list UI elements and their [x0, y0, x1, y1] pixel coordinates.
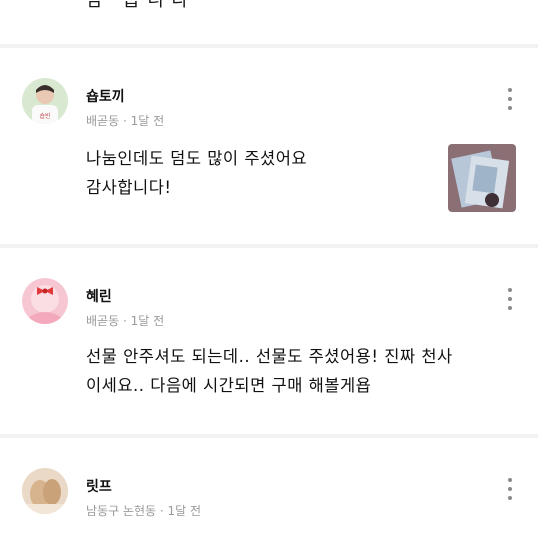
user-avatar-icon [22, 468, 68, 514]
review-photo-thumbnail[interactable] [448, 144, 516, 212]
meta-separator: · [122, 114, 127, 128]
user-avatar[interactable] [22, 278, 68, 324]
review-text-line: 감사합니다! [86, 178, 172, 197]
review-card: 릿프 남동구 논현동 · 1달 전 [0, 438, 538, 538]
more-vertical-icon [506, 478, 514, 500]
user-avatar[interactable]: 숍빈 [22, 78, 68, 124]
review-meta: 배곧동 · 1달 전 [86, 312, 164, 329]
meta-separator: · [159, 504, 164, 518]
meta-separator: · [122, 314, 127, 328]
review-card: 혜린 배곧동 · 1달 전 선물 안주셔도 되는데.. 선물도 주셨어용! 진짜… [0, 248, 538, 434]
reviewer-name[interactable]: 혜린 [86, 286, 112, 306]
review-text-line: 나눔인데도 덤도 많이 주셨어요 [86, 149, 308, 168]
review-time: 1달 전 [167, 504, 202, 518]
review-location: 남동구 논현동 [86, 504, 157, 518]
photo-thumbnail-image [448, 144, 516, 212]
review-time: 1달 전 [130, 114, 165, 128]
bow-avatar-icon [22, 278, 68, 324]
review-card: 숍빈 숍토끼 배곧동 · 1달 전 나눔인데도 덤도 많이 주셨어요 감사합니다… [0, 48, 538, 244]
review-text: 나눔인데도 덤도 많이 주셨어요 감사합니다! [86, 144, 307, 202]
review-time: 1달 전 [130, 314, 165, 328]
more-options-button[interactable] [506, 478, 514, 502]
review-meta: 배곧동 · 1달 전 [86, 112, 164, 129]
more-options-button[interactable] [506, 88, 514, 112]
avatar-caption: 숍빈 [39, 112, 50, 120]
user-avatar[interactable] [22, 468, 68, 514]
review-meta: 남동구 논현동 · 1달 전 [86, 502, 201, 519]
reviewer-name[interactable]: 릿프 [86, 476, 112, 496]
previous-review-card: 남 ' 습 니 다 [0, 0, 538, 44]
user-avatar-icon: 숍빈 [22, 78, 68, 124]
review-location: 배곧동 [86, 314, 120, 328]
more-vertical-icon [506, 88, 514, 110]
more-vertical-icon [506, 288, 514, 310]
review-text: 선물 안주셔도 되는데.. 선물도 주셨어용! 진짜 천사 이세요.. 다음에 … [86, 342, 453, 400]
review-text-line: 이세요.. 다음에 시간되면 구매 해볼게욥 [86, 376, 372, 395]
review-location: 배곧동 [86, 114, 120, 128]
more-options-button[interactable] [506, 288, 514, 312]
reviewer-name[interactable]: 숍토끼 [86, 86, 125, 106]
previous-review-text: 남 ' 습 니 다 [86, 0, 190, 11]
review-text-line: 선물 안주셔도 되는데.. 선물도 주셨어용! 진짜 천사 [86, 347, 453, 366]
